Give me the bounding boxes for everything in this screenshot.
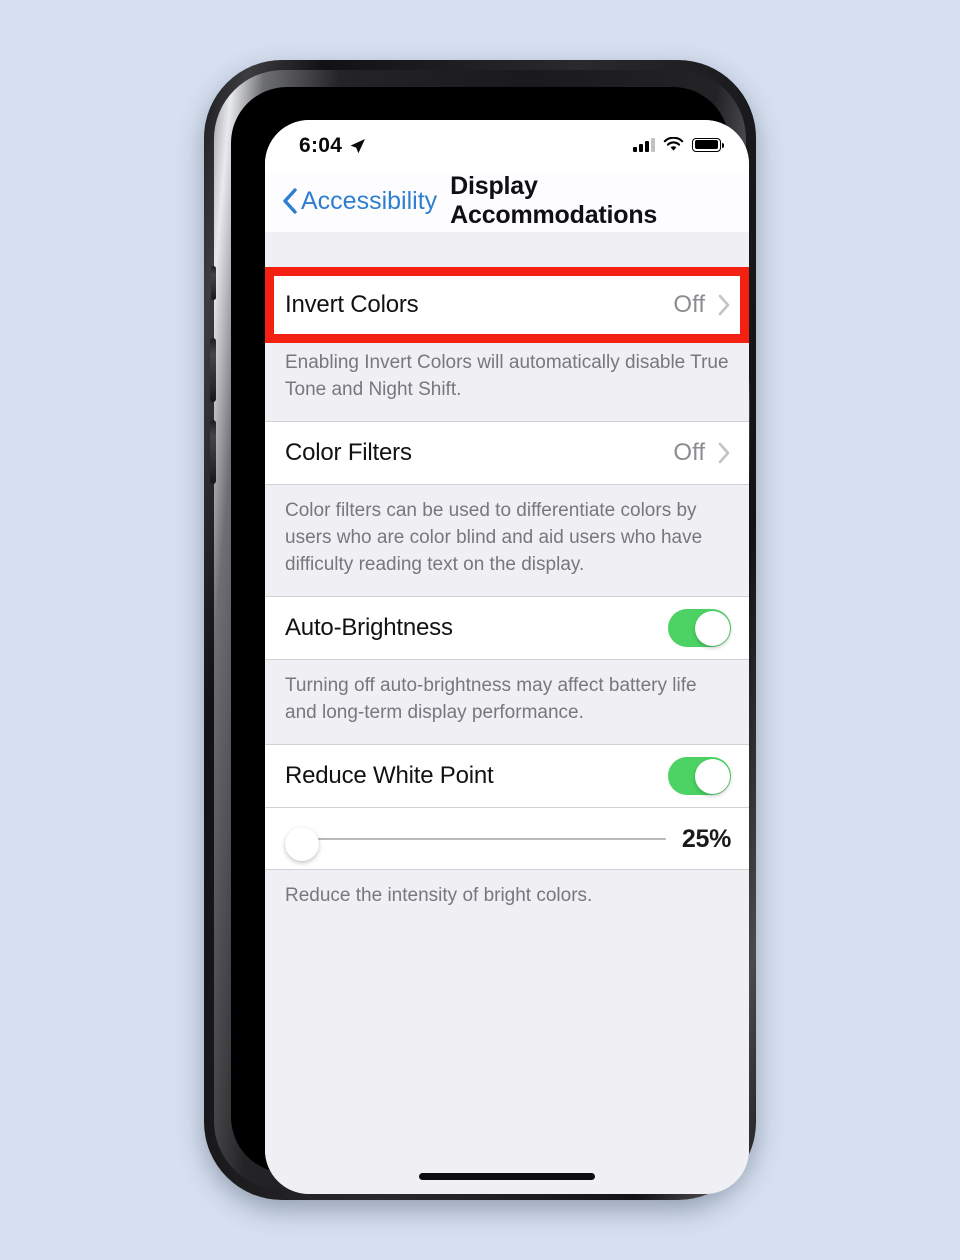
back-button[interactable]: Accessibility [281,187,437,216]
divider [265,484,749,485]
divider [265,336,749,337]
toggle-knob [694,610,730,646]
page-title: Display Accommodations [450,172,658,229]
back-button-label: Accessibility [301,186,438,215]
cellular-signal-icon [633,137,655,152]
divider [265,869,749,870]
device-bezel: 6:04 Accessibility Display Accommodation… [231,87,749,1194]
divider [265,273,749,274]
divider [265,421,749,422]
invert-colors-value: Off [673,291,705,318]
settings-list: Invert Colors Off Enabling Invert Colors… [265,232,749,1194]
list-top-spacer [265,232,749,273]
reduce-white-point-row: Reduce White Point [265,744,749,808]
volume-up-button[interactable] [210,338,216,402]
navigation-bar: Accessibility Display Accommodations [265,172,749,232]
color-filters-label: Color Filters [285,439,412,466]
reduce-white-point-slider-row: 25% [265,808,749,870]
auto-brightness-toggle[interactable] [668,609,731,647]
auto-brightness-label: Auto-Brightness [285,614,453,641]
invert-colors-footnote: Enabling Invert Colors will automaticall… [265,337,749,421]
screenshot-canvas: 6:04 Accessibility Display Accommodation… [0,0,960,1260]
slider-knob[interactable] [285,827,319,861]
divider [265,596,749,597]
phone-screen: 6:04 Accessibility Display Accommodation… [265,120,749,1194]
invert-colors-row[interactable]: Invert Colors Off [265,273,749,337]
chevron-right-icon [718,294,730,316]
chevron-left-icon [283,188,297,214]
device-metal-rim: 6:04 Accessibility Display Accommodation… [210,70,750,1194]
battery-full-icon [692,137,725,152]
auto-brightness-row: Auto-Brightness [265,596,749,660]
chevron-right-icon [718,442,730,464]
divider [265,659,749,660]
home-indicator[interactable] [419,1173,595,1180]
location-arrow-icon [350,138,366,153]
slider-track [309,838,666,840]
color-filters-value: Off [673,439,705,466]
silent-switch-button[interactable] [211,266,216,300]
color-filters-row[interactable]: Color Filters Off [265,421,749,485]
wifi-icon [663,137,684,151]
iphone-device-frame: 6:04 Accessibility Display Accommodation… [204,60,756,1200]
white-point-slider[interactable] [285,821,672,861]
status-bar-indicators [633,137,725,152]
status-bar-time: 6:04 [299,134,343,157]
status-bar: 6:04 [265,120,749,174]
divider [265,744,749,745]
reduce-white-point-footnote: Reduce the intensity of bright colors. [265,870,749,927]
color-filters-footnote: Color filters can be used to differentia… [265,485,749,596]
toggle-knob [694,758,730,794]
white-point-value: 25% [681,824,731,853]
reduce-white-point-label: Reduce White Point [285,762,494,789]
auto-brightness-footnote: Turning off auto-brightness may affect b… [265,660,749,744]
reduce-white-point-toggle[interactable] [668,757,731,795]
invert-colors-label: Invert Colors [285,291,419,318]
status-bar-time-group: 6:04 [299,134,366,158]
volume-down-button[interactable] [210,420,216,484]
